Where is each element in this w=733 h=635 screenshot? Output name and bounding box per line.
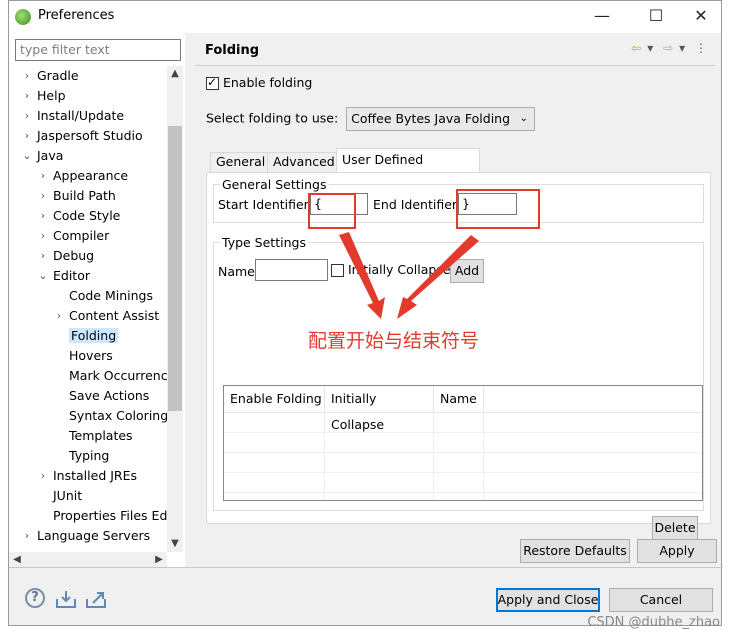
help-icon[interactable]: ? [25,588,45,608]
watermark: CSDN @dubhe_zhao [587,615,720,630]
arrow-left-icon [339,232,385,319]
annotation-text: 配置开始与结束符号 [308,330,480,352]
footer-separator [9,567,723,568]
export-icon[interactable] [85,589,107,609]
background-editor-strip [722,0,733,635]
apply-and-close-button[interactable]: Apply and Close [496,588,600,612]
annotation-arrows [339,232,479,319]
arrow-right-icon [397,235,479,319]
preferences-dialog: Preferences — ☐ ✕ type filter text › Grad… [8,0,723,626]
import-icon[interactable] [55,589,77,609]
cancel-button[interactable]: Cancel [609,588,713,612]
